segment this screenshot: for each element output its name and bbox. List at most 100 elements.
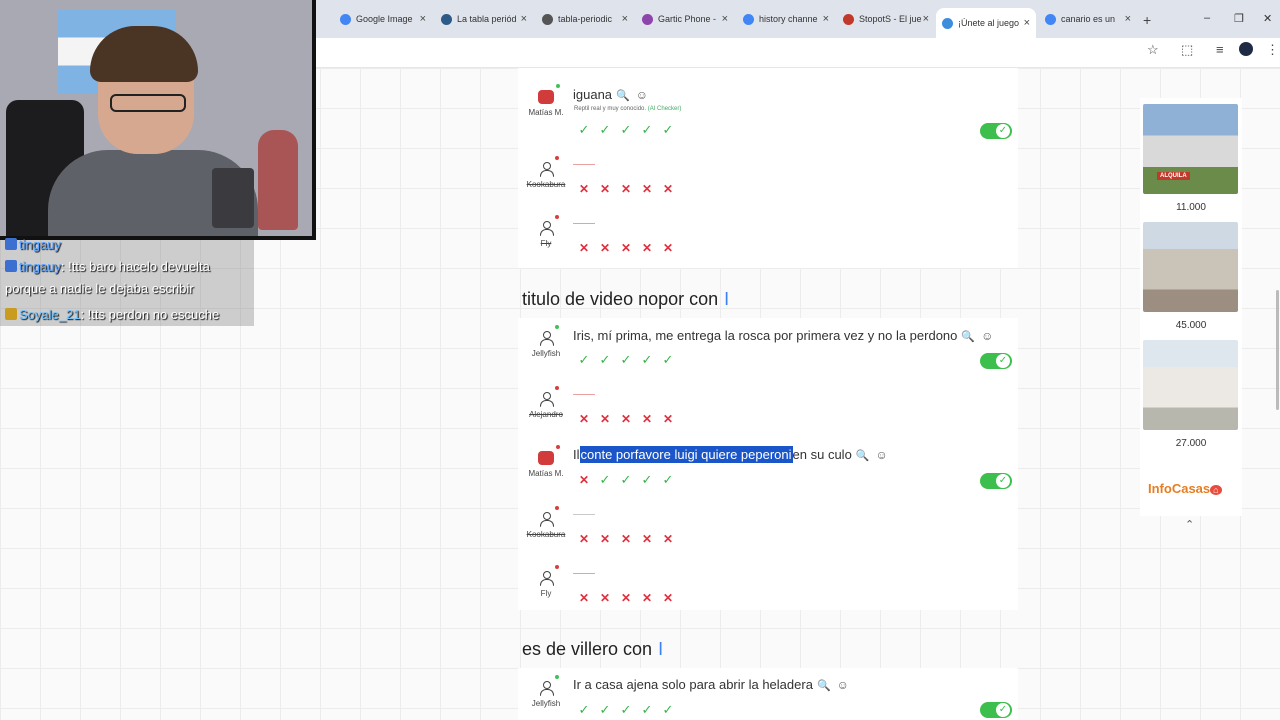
star-icon[interactable]: ☆ [1147, 42, 1159, 58]
check-icon[interactable]: ✓ [662, 473, 674, 486]
valid-toggle[interactable] [980, 702, 1012, 718]
close-tab-icon[interactable]: × [622, 13, 628, 25]
selected-text[interactable]: conte porfavore luigi quiere peperoni [579, 446, 793, 463]
cross-icon[interactable]: ✕ [641, 533, 653, 545]
search-icon[interactable]: 🔍 [616, 90, 630, 102]
cross-icon[interactable]: ✕ [641, 183, 653, 195]
cross-icon[interactable]: ✕ [599, 533, 611, 545]
ad-house-image[interactable]: ALQUILA [1143, 104, 1238, 194]
check-icon[interactable]: ✓ [599, 473, 611, 486]
profile-avatar[interactable] [1239, 42, 1253, 56]
check-icon[interactable]: ✓ [599, 703, 611, 716]
cross-icon[interactable]: ✕ [599, 592, 611, 604]
person-icon [539, 565, 559, 586]
check-icon[interactable]: ✓ [641, 473, 653, 486]
ad-panel[interactable]: ALQUILA 11.000 45.000 27.000 InfoCasas ⌂ [1140, 98, 1242, 516]
check-icon[interactable]: ✓ [662, 123, 674, 136]
check-icon[interactable]: ✓ [641, 123, 653, 136]
chat-message: tingauy [5, 234, 61, 256]
stream-chat: tingauy tingauy: !tts baro hacelo devuel… [0, 237, 254, 326]
close-tab-icon[interactable]: × [722, 13, 728, 25]
cross-icon[interactable]: ✕ [641, 413, 653, 425]
person-icon [539, 386, 559, 407]
restore-button[interactable]: ❐ [1234, 12, 1244, 25]
category-title: es de villero con I [522, 639, 664, 659]
check-icon[interactable]: ✓ [578, 123, 590, 136]
new-tab-button[interactable]: + [1143, 12, 1151, 28]
cross-icon[interactable]: ✕ [599, 242, 611, 254]
close-tab-icon[interactable]: × [823, 13, 829, 25]
cross-icon[interactable]: ✕ [620, 592, 632, 604]
cross-icon[interactable]: ✕ [662, 413, 674, 425]
cross-icon[interactable]: ✕ [641, 592, 653, 604]
cross-icon[interactable]: ✕ [578, 592, 590, 604]
answer-text[interactable]: Ilconte porfavore luigi quiere peperonie… [573, 446, 888, 463]
tab-canario[interactable]: canario es un × [1045, 8, 1131, 30]
tab-stopots[interactable]: StopotS - El jue × [843, 8, 929, 30]
close-window-button[interactable]: ✕ [1263, 12, 1272, 25]
ad-house-image[interactable] [1143, 222, 1238, 312]
check-icon[interactable]: ✓ [599, 123, 611, 136]
tab-google-images[interactable]: Google Image × [340, 8, 426, 30]
close-tab-icon[interactable]: × [420, 13, 426, 25]
check-icon[interactable]: ✓ [641, 703, 653, 716]
valid-toggle[interactable] [980, 123, 1012, 139]
menu-icon[interactable]: ⋮ [1266, 42, 1279, 58]
chevron-up-icon[interactable]: ⌃ [1185, 518, 1194, 531]
media-icon[interactable]: ≡ [1216, 42, 1224, 57]
check-icon[interactable]: ✓ [620, 353, 632, 366]
emoji-icon[interactable]: ☺ [837, 678, 849, 692]
votes-row: ✕ ✓ ✓ ✓ ✓ [578, 473, 674, 486]
cross-icon[interactable]: ✕ [620, 242, 632, 254]
cross-icon[interactable]: ✕ [620, 413, 632, 425]
emoji-icon[interactable]: ☺ [981, 329, 993, 343]
check-icon[interactable]: ✓ [620, 703, 632, 716]
cross-icon[interactable]: ✕ [578, 413, 590, 425]
check-icon[interactable]: ✓ [578, 703, 590, 716]
scrollbar[interactable] [1276, 290, 1279, 410]
infocasas-logo[interactable]: InfoCasas ⌂ [1148, 481, 1222, 496]
tab-unete-al-juego[interactable]: ¡Únete al juego × [936, 8, 1036, 38]
cross-icon[interactable]: ✕ [578, 183, 590, 195]
check-icon[interactable]: ✓ [662, 353, 674, 366]
player-jellyfish: Jellyfish [526, 325, 566, 358]
valid-toggle[interactable] [980, 473, 1012, 489]
close-tab-icon[interactable]: × [1125, 13, 1131, 25]
cross-icon[interactable]: ✕ [599, 413, 611, 425]
search-icon[interactable]: 🔍 [961, 331, 975, 343]
close-tab-icon[interactable]: × [1024, 17, 1030, 29]
cross-icon[interactable]: ✕ [578, 474, 590, 486]
valid-toggle[interactable] [980, 353, 1012, 369]
cross-icon[interactable]: ✕ [662, 592, 674, 604]
emoji-icon[interactable]: ☺ [876, 448, 888, 462]
check-icon[interactable]: ✓ [662, 703, 674, 716]
search-icon[interactable]: 🔍 [817, 680, 831, 692]
close-tab-icon[interactable]: × [923, 13, 929, 25]
tab-tabla-periodica[interactable]: La tabla periód × [441, 8, 527, 30]
check-icon[interactable]: ✓ [620, 473, 632, 486]
cross-icon[interactable]: ✕ [662, 183, 674, 195]
cross-icon[interactable]: ✕ [599, 183, 611, 195]
minimize-button[interactable]: – [1204, 12, 1210, 24]
ad-banner: ALQUILA [1157, 172, 1190, 180]
check-icon[interactable]: ✓ [599, 353, 611, 366]
close-tab-icon[interactable]: × [521, 13, 527, 25]
cross-icon[interactable]: ✕ [662, 533, 674, 545]
cross-icon[interactable]: ✕ [641, 242, 653, 254]
search-icon[interactable]: 🔍 [856, 450, 870, 462]
tab-history-channel[interactable]: history channe × [743, 8, 829, 30]
ad-house-image[interactable] [1143, 340, 1238, 430]
tab-gartic-phone[interactable]: Gartic Phone - × [642, 8, 728, 30]
check-icon[interactable]: ✓ [641, 353, 653, 366]
cross-icon[interactable]: ✕ [662, 242, 674, 254]
cross-icon[interactable]: ✕ [620, 183, 632, 195]
figure-statue [258, 130, 298, 230]
tab-wikipedia[interactable]: tabla-periodic × [542, 8, 628, 30]
cross-icon[interactable]: ✕ [620, 533, 632, 545]
emoji-icon[interactable]: ☺ [636, 88, 648, 102]
cross-icon[interactable]: ✕ [578, 533, 590, 545]
check-icon[interactable]: ✓ [578, 353, 590, 366]
check-icon[interactable]: ✓ [620, 123, 632, 136]
cross-icon[interactable]: ✕ [578, 242, 590, 254]
extensions-icon[interactable]: ⬚ [1181, 42, 1193, 58]
